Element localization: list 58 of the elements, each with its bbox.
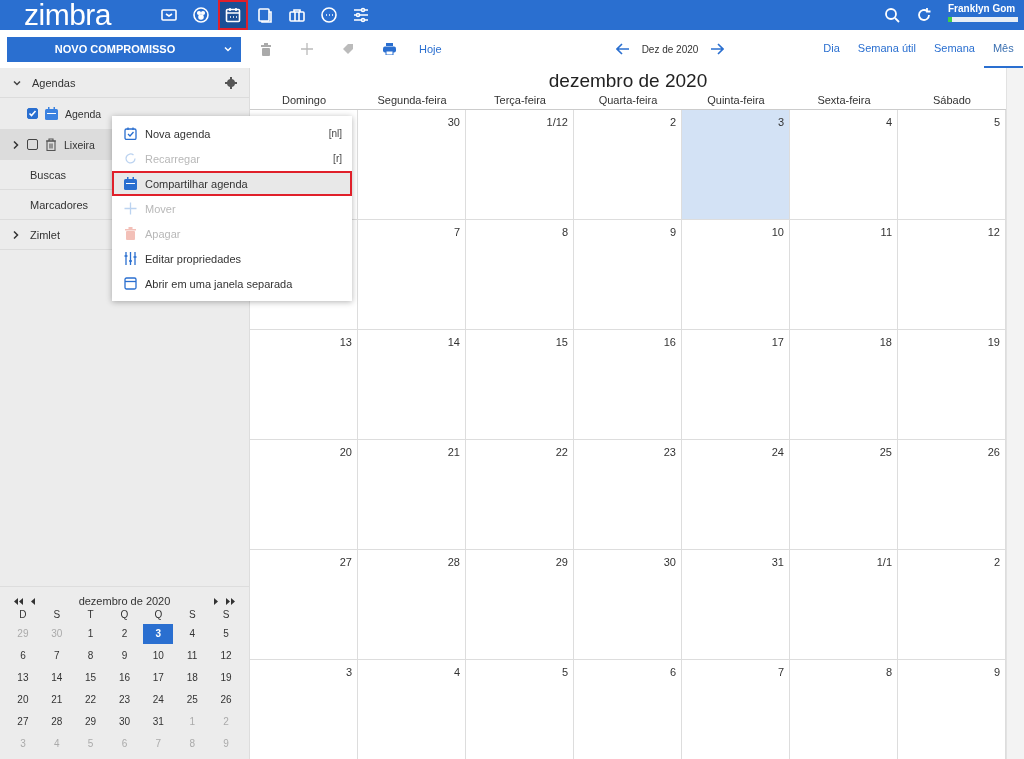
day-number: 3 <box>777 116 784 128</box>
weekday-label: S <box>187 609 197 622</box>
day-number: 19 <box>987 336 1000 348</box>
day-number: 7 <box>777 666 784 678</box>
month-title: dezembro de 2020 <box>77 595 172 607</box>
weekday-header: Terça-feira <box>493 93 547 108</box>
day-number: 6 <box>669 666 676 678</box>
day-number: 17 <box>771 336 784 348</box>
weekday-header: Segunda-feira <box>376 93 448 108</box>
day-number: 8 <box>561 226 568 238</box>
day-number: 30 <box>663 556 676 568</box>
day-number: 20 <box>339 446 352 458</box>
day-number: 12 <box>987 226 1000 238</box>
weekday-header: Quarta-feira <box>597 93 659 108</box>
day-number: 5 <box>561 666 568 678</box>
weekday-label: Q <box>119 609 130 622</box>
day-number: 18 <box>879 336 892 348</box>
day-number: 26 <box>987 446 1000 458</box>
weekday-label: T <box>86 609 95 622</box>
day-number: 9 <box>669 226 676 238</box>
weekday-label: D <box>18 609 28 622</box>
day-number: 15 <box>555 336 568 348</box>
logo: zimbra <box>24 0 113 30</box>
day-number: 11 <box>880 226 892 238</box>
weekday-header: Quinta-feira <box>706 93 766 108</box>
day-number: 10 <box>771 226 784 238</box>
day-number: 13 <box>339 336 352 348</box>
day-number: 29 <box>555 556 568 568</box>
weekday-header: Sábado <box>932 93 972 108</box>
day-number: 23 <box>663 446 676 458</box>
day-number: 1/1 <box>876 556 892 568</box>
day-number: 4 <box>453 666 460 678</box>
day-number: 2 <box>993 556 1000 568</box>
day-number: 27 <box>339 556 352 568</box>
day-number: 3 <box>345 666 352 678</box>
day-number: 2 <box>669 116 676 128</box>
day-number: 1/12 <box>546 116 568 128</box>
day-number: 16 <box>663 336 676 348</box>
day-number: 8 <box>885 666 892 678</box>
day-number: 5 <box>993 116 1000 128</box>
day-number: 14 <box>447 336 460 348</box>
weekday-label: Q <box>153 609 164 622</box>
day-number: 30 <box>447 116 460 128</box>
day-number: 25 <box>879 446 892 458</box>
weekday-label: S <box>52 609 62 622</box>
day-number: 7 <box>453 226 460 238</box>
day-number: 9 <box>993 666 1000 678</box>
day-number: 31 <box>771 556 784 568</box>
weekday-header: Sexta-feira <box>816 93 872 108</box>
day-number: 22 <box>555 446 568 458</box>
day-number: 28 <box>447 556 460 568</box>
day-number: 4 <box>885 116 892 128</box>
period-label: Dez de 2020 <box>641 43 699 55</box>
day-number: 21 <box>447 446 460 458</box>
day-number: 24 <box>771 446 784 458</box>
month-title: dezembro de 2020 <box>547 70 709 92</box>
weekday-header: Domingo <box>281 93 327 108</box>
weekday-label: S <box>221 609 231 622</box>
